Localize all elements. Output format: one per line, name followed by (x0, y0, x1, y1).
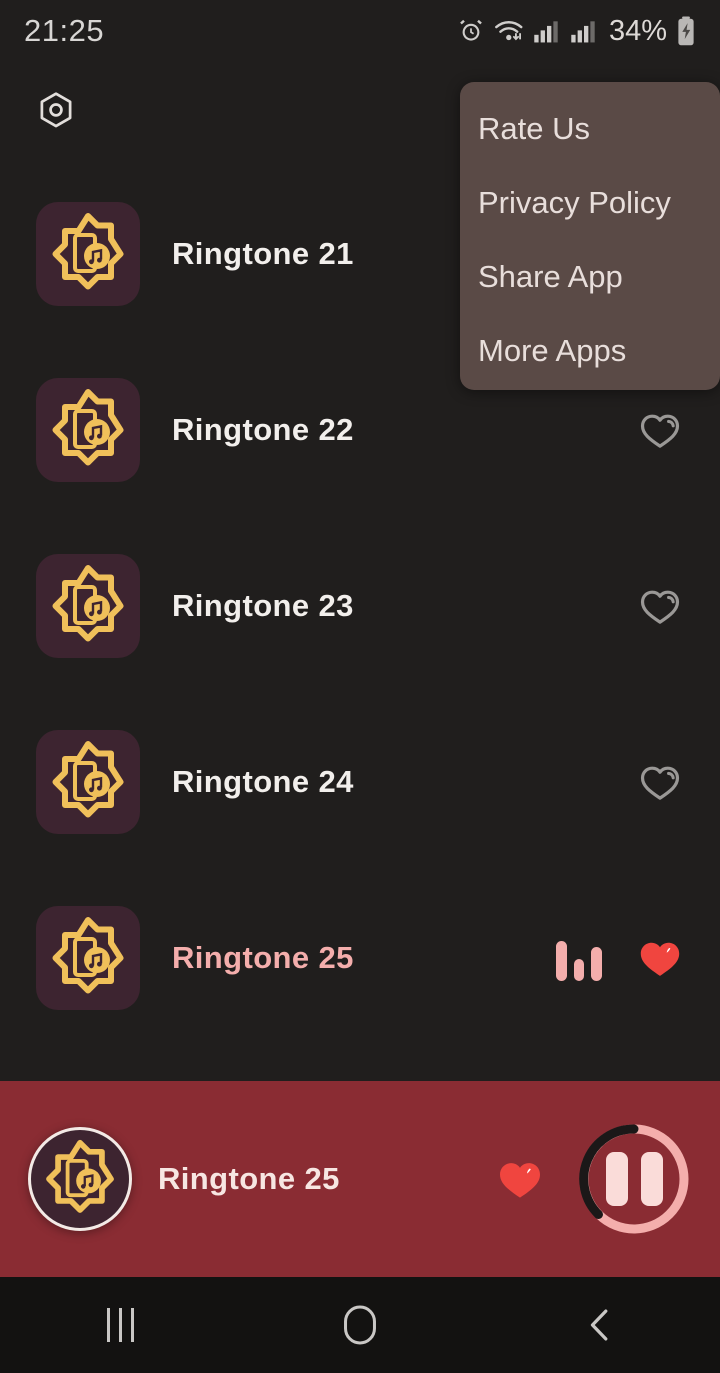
mini-player-bar[interactable]: Ringtone 25 (0, 1081, 720, 1277)
menu-item-rate-us[interactable]: Rate Us (460, 92, 720, 166)
favorite-heart-icon[interactable] (636, 758, 684, 806)
recent-apps-icon[interactable] (72, 1277, 168, 1373)
list-item-actions (556, 934, 684, 982)
list-item-title: Ringtone 24 (172, 764, 354, 799)
list-item[interactable]: Ringtone 24 (0, 694, 720, 870)
wifi-icon (494, 17, 524, 45)
menu-item-privacy-policy[interactable]: Privacy Policy (460, 166, 720, 240)
player-artwork (28, 1127, 132, 1231)
list-item-actions (636, 406, 684, 454)
list-item-actions (636, 758, 684, 806)
list-item[interactable]: Ringtone 23 (0, 518, 720, 694)
back-icon[interactable] (552, 1277, 648, 1373)
menu-item-more-apps[interactable]: More Apps (460, 314, 720, 388)
app-screen: 21:25 34% Rate Us Privacy Policy Share A… (0, 0, 720, 1373)
ringtone-star-icon (36, 730, 140, 834)
ringtone-star-icon (36, 202, 140, 306)
pause-icon (605, 1152, 663, 1206)
equalizer-playing-icon (556, 935, 603, 981)
android-nav-bar[interactable] (0, 1277, 720, 1373)
play-pause-button[interactable] (576, 1121, 692, 1237)
list-item-title: Ringtone 25 (172, 940, 354, 975)
battery-percent-label: 34% (608, 14, 667, 47)
list-item-actions (636, 582, 684, 630)
signal-sim2-icon (570, 18, 598, 44)
status-bar: 21:25 34% (0, 0, 720, 62)
home-icon[interactable] (312, 1277, 408, 1373)
status-icon-group: 34% (457, 15, 696, 48)
player-track-title: Ringtone 25 (158, 1161, 340, 1196)
signal-sim1-icon (533, 18, 561, 44)
ringtone-star-icon (36, 554, 140, 658)
overflow-menu[interactable]: Rate Us Privacy Policy Share App More Ap… (460, 82, 720, 390)
hexagon-settings-icon[interactable] (32, 88, 80, 136)
favorite-heart-icon-filled[interactable] (636, 934, 684, 982)
list-item-title: Ringtone 23 (172, 588, 354, 623)
alarm-icon (457, 17, 485, 45)
battery-charging-icon (676, 16, 696, 46)
favorite-heart-icon[interactable] (636, 582, 684, 630)
status-clock: 21:25 (24, 13, 105, 48)
list-item[interactable]: Ringtone 25 (0, 870, 720, 1046)
player-favorite-heart-icon[interactable] (492, 1151, 548, 1207)
ringtone-star-icon (36, 906, 140, 1010)
menu-item-share-app[interactable]: Share App (460, 240, 720, 314)
list-item-title: Ringtone 22 (172, 412, 354, 447)
ringtone-star-icon (36, 378, 140, 482)
favorite-heart-icon[interactable] (636, 406, 684, 454)
